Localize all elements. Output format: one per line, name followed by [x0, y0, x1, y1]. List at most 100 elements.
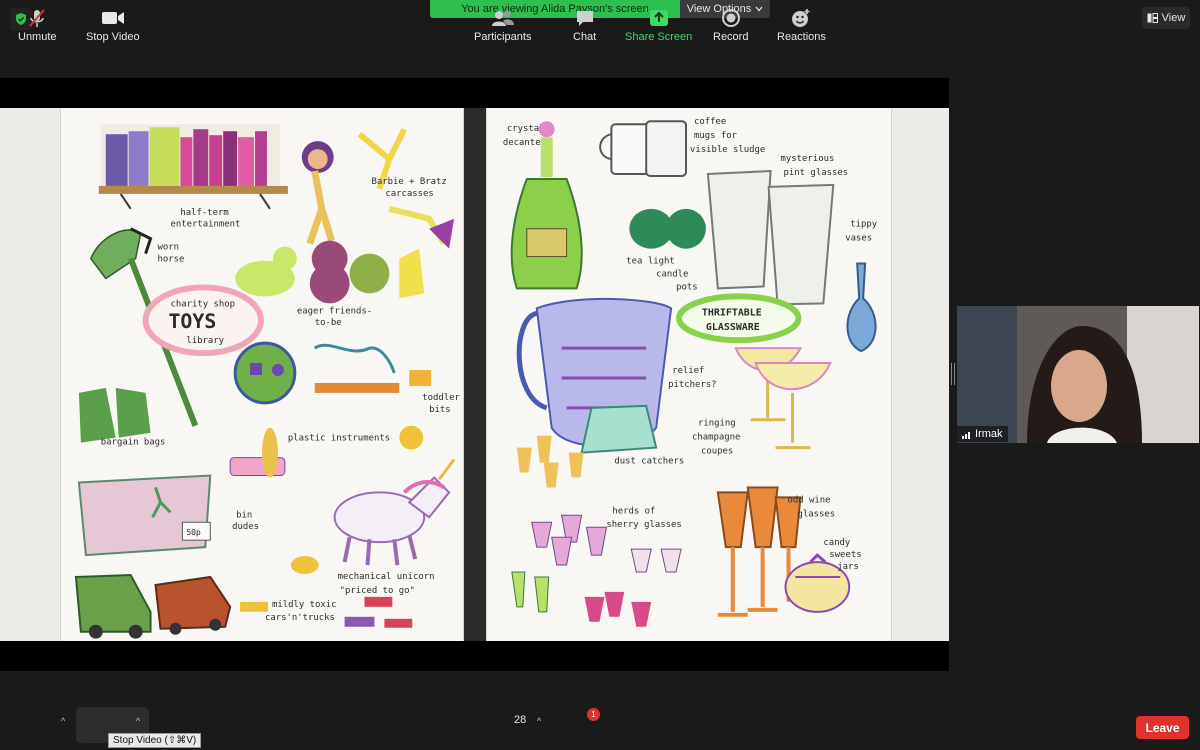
sherry-glasses-illustration	[511, 514, 682, 627]
label-glassware: GLASSWARE	[706, 322, 760, 333]
champagne-coupes-illustration	[734, 347, 832, 450]
participant-video-frame	[957, 306, 1199, 443]
record-button[interactable]: Record	[713, 8, 748, 46]
label-tea-light: tea light	[626, 257, 674, 267]
sketchbook-gutter	[464, 108, 486, 641]
label-candle: candle	[656, 269, 688, 279]
unmute-button[interactable]: Unmute	[18, 8, 57, 46]
label-dust-catchers: dust catchers	[614, 457, 684, 467]
view-label: View	[1161, 12, 1186, 24]
label-charity-shop: charity shop	[170, 299, 235, 309]
shelf-plank	[98, 185, 288, 194]
zoom-meeting-window: You are viewing Alida Payson's screen Vi…	[0, 0, 1200, 750]
chat-unread-badge: 1	[587, 708, 600, 721]
chat-button[interactable]: Chat	[573, 8, 596, 46]
stop-video-tooltip: Stop Video (⇧⌘V)	[108, 733, 202, 748]
toy-cars-illustration	[74, 573, 413, 639]
relief-pitcher-illustration	[516, 297, 673, 454]
label-mysterious: mysterious	[781, 154, 835, 164]
label-ringing: ringing	[698, 419, 736, 429]
label-barbie-bratz: Barbie + Bratz	[371, 177, 446, 187]
share-screen-button[interactable]: Share Screen	[625, 8, 692, 46]
top-bar: You are viewing Alida Payson's screen Vi…	[0, 0, 1200, 36]
grid-view-icon	[1147, 13, 1158, 23]
label-relief: relief	[672, 366, 704, 376]
toddler-toys-illustration	[233, 341, 432, 405]
sketchbook-page-toys: half-term entertainment Barbie + Bratz c…	[60, 108, 464, 641]
participants-button[interactable]: Participants	[474, 8, 531, 46]
reactions-icon	[792, 9, 810, 27]
label-jars: jars	[837, 562, 859, 572]
toys-illustration: half-term entertainment Barbie + Bratz c…	[74, 124, 460, 639]
participants-icon	[491, 10, 514, 26]
label-thriftable: THRIFTABLE	[702, 307, 762, 318]
label-carcasses: carcasses	[385, 189, 433, 199]
participants-label: Participants	[474, 31, 532, 43]
label-toys: TOYS	[168, 310, 216, 333]
share-screen-label: Share Screen	[625, 31, 693, 43]
label-bargain-bags: bargain bags	[101, 438, 166, 448]
video-camera-icon	[101, 12, 124, 24]
label-herds-of: herds of	[612, 506, 655, 516]
bargain-bags-illustration	[78, 387, 151, 443]
video-options-caret[interactable]: ^	[136, 716, 140, 726]
share-screen-icon	[649, 10, 668, 26]
leave-meeting-button[interactable]: Leave	[1136, 716, 1189, 739]
label-coupes: coupes	[701, 447, 733, 457]
label-pint-glasses: pint glasses	[784, 168, 849, 178]
audio-options-caret[interactable]: ^	[61, 716, 65, 726]
chat-label: Chat	[573, 31, 597, 43]
label-sherry-glasses: sherry glasses	[606, 520, 681, 530]
label-toddler: toddler	[422, 393, 460, 403]
unmute-label: Unmute	[18, 31, 57, 43]
label-price-tag: 50p	[186, 528, 201, 537]
reactions-label: Reactions	[777, 31, 826, 43]
label-library: library	[186, 336, 224, 346]
label-worn: worn	[158, 243, 180, 253]
unicorn-illustration	[290, 458, 456, 575]
label-visible-sludge: visible sludge	[690, 145, 765, 155]
participant-name: Irmak	[975, 428, 1003, 440]
stop-video-label: Stop Video	[86, 31, 140, 43]
label-coffee: coffee	[694, 117, 726, 127]
coffee-mugs-illustration	[599, 120, 688, 177]
tippy-vase-illustration	[846, 262, 877, 353]
goblets-illustration	[516, 435, 584, 488]
participants-options-caret[interactable]: ^	[537, 716, 541, 726]
reactions-button[interactable]: Reactions	[777, 8, 826, 46]
participant-name-tag: Irmak	[957, 426, 1008, 442]
label-mugs-for: mugs for	[694, 131, 738, 141]
participants-count: 28	[514, 714, 527, 726]
label-entertainment: entertainment	[170, 220, 240, 230]
label-pots: pots	[676, 282, 698, 292]
leave-label: Leave	[1145, 720, 1180, 735]
label-half-term: half-term	[180, 208, 228, 218]
stuffed-animals-illustration	[235, 240, 425, 304]
label-dudes: dudes	[232, 522, 259, 532]
chevron-down-icon	[755, 6, 763, 12]
label-plastic-instruments: plastic instruments	[288, 434, 390, 444]
muted-mic-icon	[29, 9, 46, 27]
label-cars-trucks: cars'n'trucks	[265, 613, 335, 623]
label-glasses: glasses	[797, 509, 835, 519]
participant-video-tile[interactable]	[957, 306, 1199, 443]
record-label: Record	[713, 31, 749, 43]
chat-icon	[576, 11, 593, 26]
tea-light-pots-illustration	[629, 208, 706, 249]
label-mechanical-unicorn: mechanical unicorn	[338, 572, 435, 582]
label-sweets: sweets	[829, 550, 861, 560]
label-vases: vases	[845, 234, 872, 244]
record-icon	[721, 9, 740, 27]
label-priced-to-go: "priced to go"	[340, 586, 415, 596]
label-candy: candy	[823, 538, 851, 548]
toy-bin-illustration	[77, 474, 212, 557]
panel-resize-handle[interactable]	[951, 363, 955, 385]
label-horse: horse	[158, 255, 185, 265]
sketchbook-page-glassware: crystal decanters coffee mugs for visibl…	[486, 108, 892, 641]
glassware-illustration: crystal decanters coffee mugs for visibl…	[503, 117, 878, 627]
signal-icon	[962, 431, 970, 439]
label-pitchers: pitchers?	[668, 380, 716, 390]
stop-video-button[interactable]: Stop Video	[86, 8, 140, 46]
label-odd-wine: odd wine	[788, 495, 831, 505]
view-button[interactable]: View	[1142, 7, 1190, 29]
